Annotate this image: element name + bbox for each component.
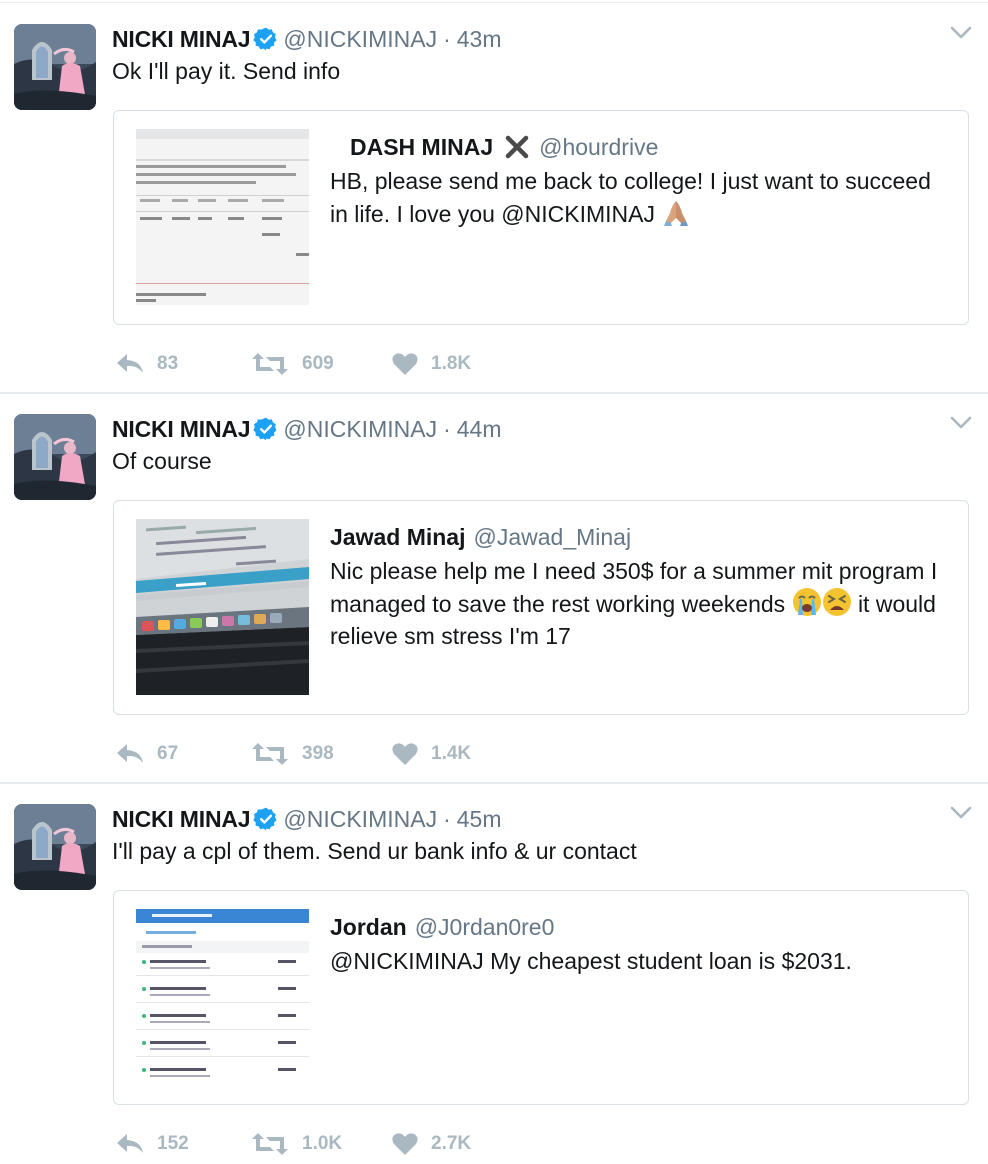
- retweet-button[interactable]: 1.0K: [250, 1124, 342, 1164]
- quoted-tweet-header: DASH MINAJ @hourdrive: [330, 129, 950, 165]
- quoted-tweet[interactable]: Jawad Minaj @Jawad_Minaj Nic please help…: [113, 500, 969, 715]
- display-name[interactable]: NICKI MINAJ: [112, 26, 251, 53]
- heart-icon: [392, 1133, 418, 1155]
- user-handle[interactable]: @NICKIMINAJ: [283, 26, 437, 53]
- chevron-down-icon[interactable]: [950, 806, 972, 820]
- retweet-count: 1.0K: [302, 1133, 343, 1154]
- reply-count: 83: [157, 353, 179, 374]
- quoted-tweet-text-content: HB, please send me back to college! I ju…: [330, 168, 931, 227]
- tweet[interactable]: NICKI MINAJ @NICKIMINAJ · 43m Ok I'll pa…: [0, 4, 988, 394]
- top-divider: [0, 2, 988, 3]
- like-count: 1.4K: [431, 743, 472, 764]
- chevron-down-icon[interactable]: [950, 416, 972, 430]
- heart-icon: [392, 743, 418, 765]
- tweet-header: NICKI MINAJ @NICKIMINAJ · 44m: [112, 414, 502, 444]
- tired-face-emoji: [822, 588, 851, 616]
- quoted-tweet-header: Jawad Minaj @Jawad_Minaj: [330, 519, 950, 555]
- display-name[interactable]: NICKI MINAJ: [112, 806, 251, 833]
- verified-badge-icon: [253, 807, 277, 831]
- quoted-tweet-body: Jordan @J0rdan0re0 @NICKIMINAJ My cheape…: [330, 909, 950, 977]
- crying-face-emoji: [792, 588, 821, 616]
- timestamp[interactable]: 45m: [457, 806, 502, 833]
- x-mark-emoji: [505, 135, 529, 159]
- retweet-icon: [252, 743, 288, 765]
- like-button[interactable]: 1.4K: [391, 734, 471, 774]
- retweet-button[interactable]: 398: [250, 734, 334, 774]
- retweet-icon: [252, 1133, 288, 1155]
- separator: ·: [443, 25, 451, 52]
- verified-badge-icon: [253, 417, 277, 441]
- tweet-actions: 67 398 1.4K: [115, 734, 615, 774]
- quoted-tweet-body: Jawad Minaj @Jawad_Minaj Nic please help…: [330, 519, 950, 652]
- reply-button[interactable]: 152: [115, 1124, 189, 1164]
- quoted-display-name[interactable]: Jawad Minaj: [330, 524, 465, 551]
- timestamp[interactable]: 43m: [457, 26, 502, 53]
- tweet-text: I'll pay a cpl of them. Send ur bank inf…: [112, 838, 637, 864]
- separator: ·: [443, 805, 451, 832]
- tweet-text: Of course: [112, 448, 212, 474]
- reply-count: 67: [157, 743, 179, 764]
- tweet-header: NICKI MINAJ @NICKIMINAJ · 45m: [112, 804, 502, 834]
- quoted-tweet-header: Jordan @J0rdan0re0: [330, 909, 950, 945]
- like-count: 2.7K: [431, 1133, 472, 1154]
- user-handle[interactable]: @NICKIMINAJ: [283, 416, 437, 443]
- separator: ·: [443, 415, 451, 442]
- reply-icon: [117, 1134, 143, 1153]
- quoted-tweet-image[interactable]: [136, 129, 309, 305]
- quoted-tweet-text: Nic please help me I need 350$ for a sum…: [330, 555, 950, 652]
- reply-button[interactable]: 83: [115, 344, 178, 384]
- retweet-count: 398: [302, 743, 334, 764]
- retweet-icon: [252, 353, 288, 375]
- tweet-actions: 152 1.0K 2.7K: [115, 1124, 615, 1164]
- verified-badge-icon: [253, 27, 277, 51]
- reply-count: 152: [157, 1133, 189, 1154]
- quoted-user-handle[interactable]: @hourdrive: [539, 134, 658, 161]
- tweet[interactable]: NICKI MINAJ @NICKIMINAJ · 45m I'll pay a…: [0, 784, 988, 1156]
- quoted-user-handle[interactable]: @J0rdan0re0: [415, 914, 555, 941]
- avatar[interactable]: [14, 24, 96, 110]
- like-button[interactable]: 2.7K: [391, 1124, 471, 1164]
- tweet[interactable]: NICKI MINAJ @NICKIMINAJ · 44m Of course: [0, 394, 988, 784]
- quoted-tweet-image[interactable]: [136, 909, 309, 1085]
- user-handle[interactable]: @NICKIMINAJ: [283, 806, 437, 833]
- retweet-button[interactable]: 609: [250, 344, 334, 384]
- avatar[interactable]: [14, 414, 96, 500]
- quoted-tweet-image[interactable]: [136, 519, 309, 695]
- reply-icon: [117, 744, 143, 763]
- folded-hands-emoji: [664, 201, 689, 226]
- retweet-count: 609: [302, 353, 334, 374]
- tweet-actions: 83 609 1.8K: [115, 344, 615, 384]
- heart-icon: [392, 353, 418, 375]
- display-name[interactable]: NICKI MINAJ: [112, 416, 251, 443]
- quoted-tweet-text: @NICKIMINAJ My cheapest student loan is …: [330, 948, 852, 974]
- timestamp[interactable]: 44m: [457, 416, 502, 443]
- quoted-tweet[interactable]: DASH MINAJ @hourdrive HB, please send me…: [113, 110, 969, 325]
- quoted-tweet[interactable]: Jordan @J0rdan0re0 @NICKIMINAJ My cheape…: [113, 890, 969, 1105]
- tweet-header: NICKI MINAJ @NICKIMINAJ · 43m: [112, 24, 502, 54]
- reply-icon: [117, 354, 143, 373]
- tweet-text: Ok I'll pay it. Send info: [112, 58, 341, 84]
- quoted-display-name[interactable]: DASH MINAJ: [350, 134, 493, 161]
- quoted-display-name[interactable]: Jordan: [330, 914, 407, 941]
- like-button[interactable]: 1.8K: [391, 344, 471, 384]
- avatar[interactable]: [14, 804, 96, 890]
- quoted-user-handle[interactable]: @Jawad_Minaj: [473, 524, 631, 551]
- quoted-tweet-body: DASH MINAJ @hourdrive HB, please send me…: [330, 129, 950, 230]
- like-count: 1.8K: [431, 353, 472, 374]
- quoted-tweet-text: HB, please send me back to college! I ju…: [330, 165, 950, 230]
- chevron-down-icon[interactable]: [950, 26, 972, 40]
- reply-button[interactable]: 67: [115, 734, 178, 774]
